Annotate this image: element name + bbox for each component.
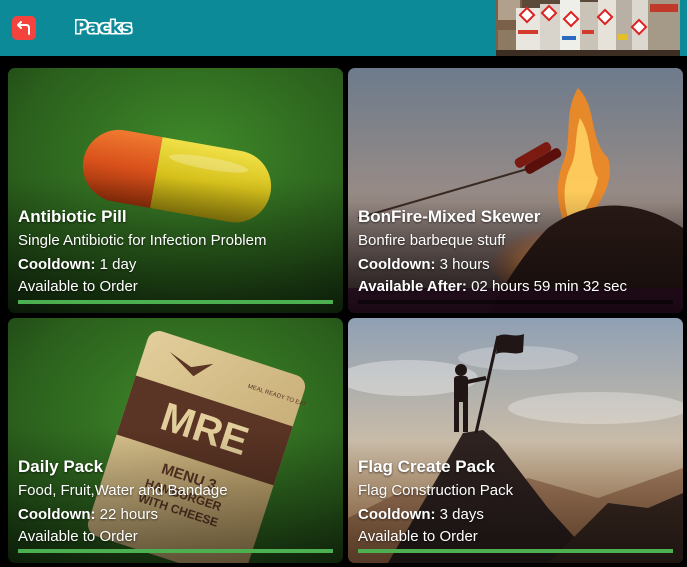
pack-status: Available to Order: [358, 528, 478, 545]
pack-card-daily-pack[interactable]: MRE MENU 3 HAMBURGER WITH CHEESE MEAL RE…: [8, 318, 343, 563]
pack-name: Antibiotic Pill: [18, 207, 127, 226]
available-after-countdown: 02 hours 59 min 32 sec: [466, 278, 628, 295]
availability-progress: [358, 300, 673, 304]
pack-card-bonfire-skewer[interactable]: BonFire-Mixed Skewer Bonfire barbeque st…: [348, 68, 683, 313]
availability-progress-fill: [18, 300, 333, 304]
cooldown-label: Cooldown:: [18, 256, 96, 273]
cooldown-label: Cooldown:: [358, 506, 436, 523]
cooldown-label: Cooldown:: [358, 256, 436, 273]
pack-card-antibiotic-pill[interactable]: Antibiotic Pill Single Antibiotic for In…: [8, 68, 343, 313]
cooldown-label: Cooldown:: [18, 506, 96, 523]
pack-description: Single Antibiotic for Infection Problem: [18, 232, 267, 249]
available-after-label: Available After:: [358, 278, 467, 295]
back-arrow-icon: [17, 21, 30, 35]
pack-description: Food, Fruit,Water and Bandage: [18, 482, 228, 499]
cooldown-value: 22 hours: [95, 506, 159, 523]
back-button[interactable]: [12, 16, 36, 40]
pack-cooldown: Cooldown: 3 days: [358, 503, 673, 526]
cooldown-value: 1 day: [95, 256, 137, 273]
pack-status: Available to Order: [18, 278, 138, 295]
pack-cooldown: Cooldown: 3 hours: [358, 253, 673, 276]
pack-card-flag-create-pack[interactable]: Flag Create Pack Flag Construction Pack …: [348, 318, 683, 563]
availability-progress-fill: [18, 549, 333, 553]
availability-progress: [18, 300, 333, 304]
pack-status: Available to Order: [18, 528, 138, 545]
page-title: Packs: [75, 18, 133, 38]
header-banner-image: [496, 0, 680, 56]
pack-cooldown: Cooldown: 22 hours: [18, 503, 333, 526]
availability-progress: [18, 549, 333, 553]
availability-progress: [358, 549, 673, 553]
pack-name: Daily Pack: [18, 457, 104, 476]
pack-cooldown: Cooldown: 1 day: [18, 253, 333, 276]
pack-description: Bonfire barbeque stuff: [358, 232, 506, 249]
pack-name: Flag Create Pack: [358, 457, 496, 476]
app-header: Packs: [0, 0, 687, 56]
pack-status: Available After: 02 hours 59 min 32 sec: [358, 276, 673, 298]
cooldown-value: 3 days: [435, 506, 484, 523]
pack-description: Flag Construction Pack: [358, 482, 514, 499]
pack-name: BonFire-Mixed Skewer: [358, 207, 541, 226]
availability-progress-fill: [358, 549, 673, 553]
cooldown-value: 3 hours: [435, 256, 490, 273]
